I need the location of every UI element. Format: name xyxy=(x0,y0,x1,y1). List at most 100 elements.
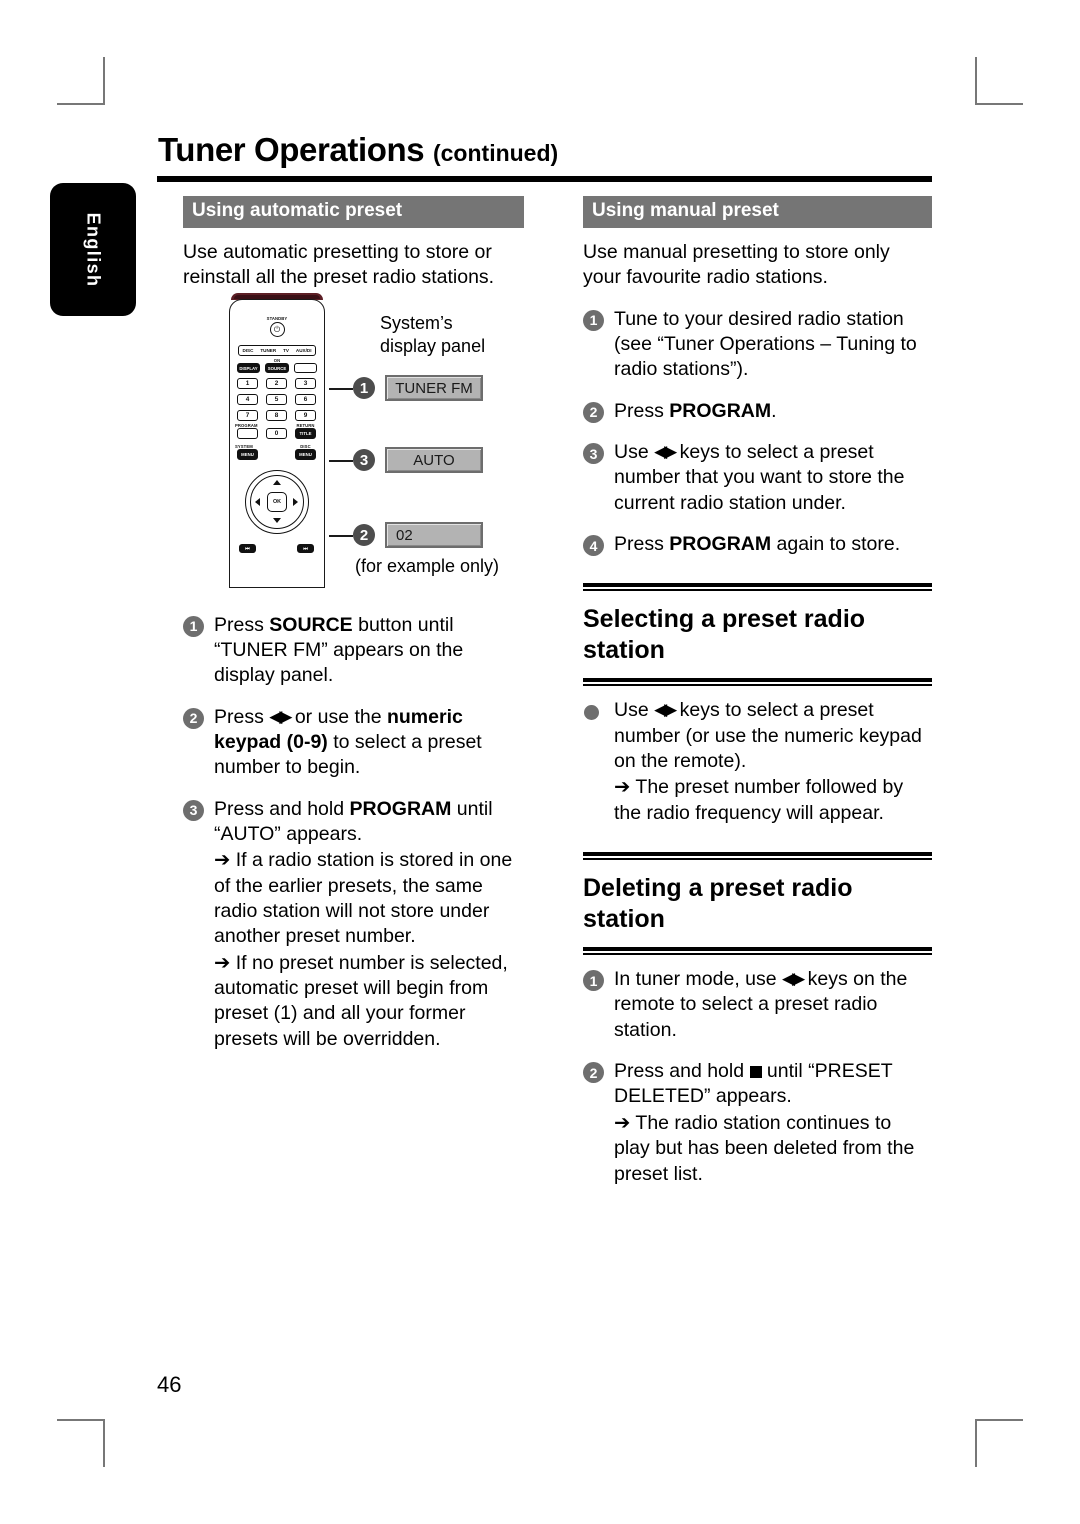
page-number: 46 xyxy=(157,1372,182,1397)
callout-1: 1 xyxy=(353,377,375,399)
section-rule-bottom-deleting xyxy=(583,947,932,956)
step-subnote: ➔ If a radio station is stored in one of… xyxy=(214,849,513,948)
step-text: Use ◀▶ keys to select a preset number (o… xyxy=(614,699,922,773)
title-button: TITLE xyxy=(295,428,316,439)
example-only-caption: (for example only) xyxy=(355,556,500,576)
next-button: ⏭ xyxy=(297,544,314,553)
source-option-tuner: TUNER xyxy=(260,348,277,353)
manual-page: English Tuner Operations (continued) Usi… xyxy=(0,0,1080,1524)
step-item: 1 Press SOURCE button until “TUNER FM” ap… xyxy=(183,613,524,689)
step-item: 3 Press and hold PROGRAM until “AUTO” app… xyxy=(183,797,524,1052)
step-subnote: ➔ The preset number followed by the radi… xyxy=(614,776,904,824)
callout-3: 3 xyxy=(353,449,375,471)
leader-line-3 xyxy=(329,460,353,462)
step-number-badge: 3 xyxy=(583,443,604,464)
callout-2: 2 xyxy=(353,524,375,546)
deleting-preset-steps: 1 In tuner mode, use ◀▶ keys on the remot… xyxy=(583,967,932,1187)
step-number-badge: 4 xyxy=(583,535,604,557)
leader-line-1 xyxy=(329,388,353,390)
keypad-9: 9 xyxy=(295,410,316,421)
left-right-keys-icon: ◀▶ xyxy=(654,442,677,461)
keypad-0: 0 xyxy=(266,428,287,439)
step-subnote: ➔ If no preset number is selected, autom… xyxy=(214,951,508,1050)
remote-control-illustration: STANDBY ⏻ DISC TUNER TV AUX/DI ON DISPLA… xyxy=(225,292,329,588)
step-item: 1 Tune to your desired radio station (see… xyxy=(583,307,932,383)
step-number-badge: 3 xyxy=(183,799,204,821)
automatic-preset-intro: Use automatic presetting to store or rei… xyxy=(183,240,495,289)
display-box-tuner-fm: TUNER FM xyxy=(385,375,483,401)
unlabeled-button xyxy=(294,363,317,373)
remote-figure: STANDBY ⏻ DISC TUNER TV AUX/DI ON DISPLA… xyxy=(225,292,515,588)
section-bar-automatic-preset: Using automatic preset xyxy=(183,196,524,228)
step-text: Use ◀▶ keys to select a preset number th… xyxy=(614,441,905,514)
program-button xyxy=(237,428,258,439)
left-right-keys-icon: ◀▶ xyxy=(782,969,805,989)
left-right-keys-icon: ◀▶ xyxy=(654,700,677,720)
section-rule-top-selecting xyxy=(583,583,932,592)
nav-right-icon xyxy=(293,497,298,506)
selecting-preset-body: Use ◀▶ keys to select a preset number (o… xyxy=(583,698,932,826)
step-item: 3 Use ◀▶ keys to select a preset number t… xyxy=(583,440,932,516)
source-option-disc: DISC xyxy=(242,348,254,353)
source-option-tv: TV xyxy=(283,348,289,353)
step-text: Press and hold until “PRESET DELETED” ap… xyxy=(614,1060,893,1108)
nav-down-icon xyxy=(272,518,281,523)
step-text: Tune to your desired radio station (see … xyxy=(614,307,917,381)
stop-key-icon xyxy=(749,1066,762,1079)
keypad-3: 3 xyxy=(295,378,316,389)
step-text: Press ◀▶ or use the numeric keypad (0-9)… xyxy=(214,705,482,779)
section-rule-bottom-selecting xyxy=(583,678,932,687)
display-button: DISPLAY xyxy=(237,363,260,373)
system-menu-button: MENU xyxy=(237,449,258,460)
step-number-badge: 2 xyxy=(183,707,204,729)
keypad-7: 7 xyxy=(237,410,258,421)
source-button: SOURCE xyxy=(265,363,289,373)
page-title: Tuner Operations (continued) xyxy=(158,131,558,169)
standby-label: STANDBY xyxy=(266,316,288,321)
keypad-4: 4 xyxy=(237,394,258,405)
automatic-preset-steps: 1 Press SOURCE button until “TUNER FM” ap… xyxy=(183,613,524,1053)
step-text: In tuner mode, use ◀▶ keys on the remote… xyxy=(614,968,908,1041)
step-number-badge: 2 xyxy=(583,401,604,423)
language-tab-label: English xyxy=(83,212,104,287)
step-item: 2 Press ◀▶ or use the numeric keypad (0-9… xyxy=(183,705,524,781)
manual-preset-intro: Use manual presetting to store only your… xyxy=(583,240,890,289)
keypad-5: 5 xyxy=(266,394,287,405)
manual-preset-steps: 1 Tune to your desired radio station (see… xyxy=(583,307,932,558)
step-item: 1 In tuner mode, use ◀▶ keys on the remot… xyxy=(583,967,932,1043)
step-item: 2 Press and hold until “PRESET DELETED” a… xyxy=(583,1059,932,1187)
ok-button: OK xyxy=(267,492,287,512)
step-text: Press PROGRAM again to store. xyxy=(614,533,901,556)
nav-left-icon xyxy=(255,497,260,506)
section-deleting-preset: Deleting a preset radio station 1 In tune… xyxy=(583,852,932,1187)
keypad-8: 8 xyxy=(266,410,287,421)
display-box-preset-number: 02 xyxy=(385,522,483,548)
disc-menu-button: MENU xyxy=(295,449,316,460)
keypad-6: 6 xyxy=(295,394,316,405)
step-number-badge: 2 xyxy=(583,1062,604,1084)
step-text: Press PROGRAM. xyxy=(614,399,777,422)
page-title-main: Tuner Operations xyxy=(158,131,425,168)
power-icon: ⏻ xyxy=(269,322,285,337)
source-select-bar: DISC TUNER TV AUX/DI xyxy=(238,345,316,356)
keypad-1: 1 xyxy=(237,378,258,389)
previous-button: ⏮ xyxy=(239,544,256,553)
leader-line-2 xyxy=(329,535,353,537)
source-option-aux: AUX/DI xyxy=(295,348,312,353)
nav-up-icon xyxy=(272,480,281,485)
step-number-badge: 1 xyxy=(583,309,604,331)
step-item: 4 Press PROGRAM again to store. xyxy=(583,532,932,557)
step-item: 2 Press PROGRAM. xyxy=(583,399,932,424)
step-subnote: ➔ The radio station continues to play bu… xyxy=(614,1111,915,1185)
step-number-badge: 1 xyxy=(583,970,604,992)
keypad-2: 2 xyxy=(266,378,287,389)
display-panel-caption: System’s display panel xyxy=(380,313,486,356)
section-selecting-preset: Selecting a preset radio station Use ◀▶ … xyxy=(583,583,932,826)
step-item: Use ◀▶ keys to select a preset number (o… xyxy=(583,698,932,826)
section-rule-top-deleting xyxy=(583,852,932,861)
left-right-keys-icon: ◀▶ xyxy=(269,706,292,726)
step-text: Press and hold PROGRAM until “AUTO” appe… xyxy=(214,797,493,846)
title-divider xyxy=(157,176,932,182)
page-title-continued: (continued) xyxy=(432,140,559,166)
right-column: Using manual preset Use manual presettin… xyxy=(583,196,932,1187)
